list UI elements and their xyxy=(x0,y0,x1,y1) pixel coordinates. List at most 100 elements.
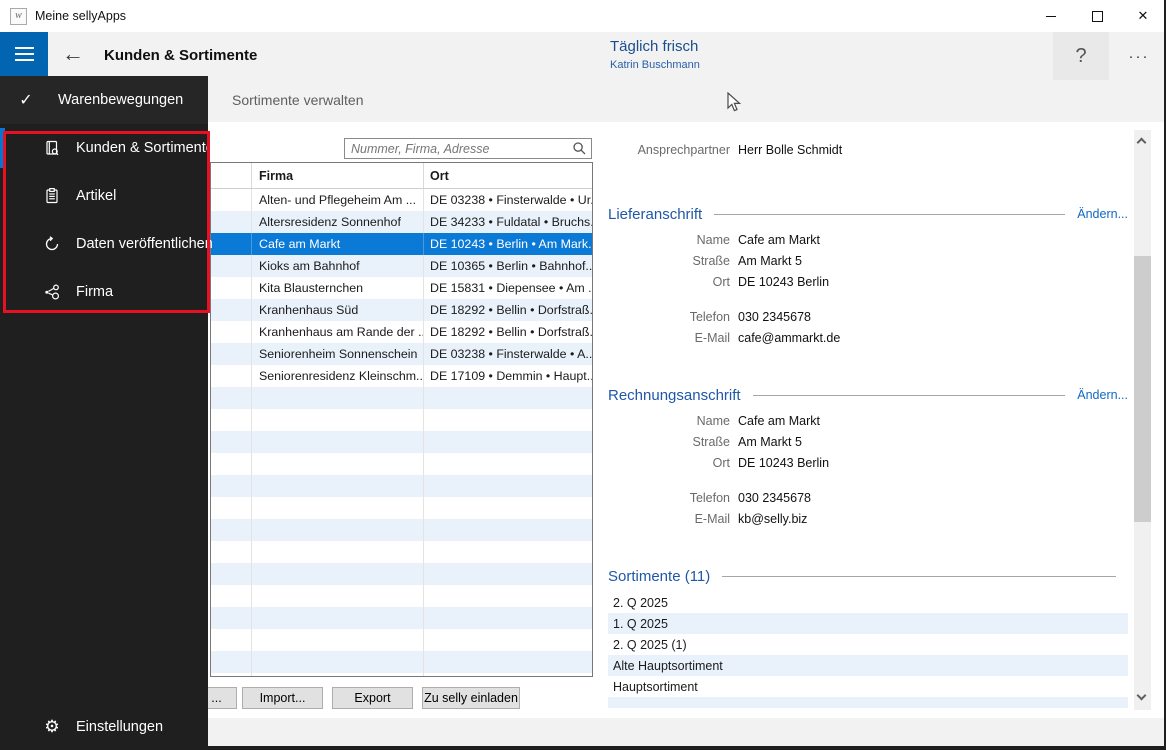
section-rechnungsanschrift: Rechnungsanschrift Ändern... Name Cafe am M… xyxy=(608,384,1128,529)
cell-ort: DE 34233 • Fuldatal • Bruchs... xyxy=(430,215,592,229)
table-row-empty[interactable] xyxy=(211,673,592,676)
sidebar-item-einstellungen[interactable]: ⚙ Einstellungen xyxy=(0,703,208,750)
close-icon: ✕ xyxy=(1137,8,1149,23)
share-icon xyxy=(42,282,62,302)
sortiment-item[interactable]: 2. Q 2025 xyxy=(608,592,1128,613)
column-firma[interactable]: Firma xyxy=(252,163,424,188)
cell-firma xyxy=(252,453,424,475)
field-row: E-Mail kb@selly.biz xyxy=(608,508,1128,529)
cell-spacer xyxy=(211,321,252,343)
table-row[interactable]: Kranhenhaus am Rande der ... DE 18292 • B… xyxy=(211,321,592,343)
vertical-scrollbar[interactable] xyxy=(1134,130,1151,710)
back-button[interactable]: ← xyxy=(56,40,90,70)
cell-ort: DE 03238 • Finsterwalde • Ur... xyxy=(430,193,592,207)
table-row-empty[interactable] xyxy=(211,651,592,673)
table-row-empty[interactable] xyxy=(211,563,592,585)
table-row[interactable]: Kranhenhaus Süd DE 18292 • Bellin • Dorfs… xyxy=(211,299,592,321)
scrollbar-thumb[interactable] xyxy=(1134,256,1151,522)
cell-ort xyxy=(424,387,592,409)
more-button[interactable]: ··· xyxy=(1115,32,1163,80)
table-row-empty[interactable] xyxy=(211,629,592,651)
field-value: Am Markt 5 xyxy=(738,434,802,449)
table-row-empty[interactable] xyxy=(211,387,592,409)
cell-spacer xyxy=(211,409,252,431)
field-label: Ansprechpartner xyxy=(637,142,730,157)
section-title: Lieferanschrift xyxy=(608,205,703,223)
cell-ort xyxy=(424,585,592,607)
field-label: E-Mail xyxy=(694,511,730,526)
export-button[interactable]: Export xyxy=(332,687,413,709)
table-row-empty[interactable] xyxy=(211,607,592,629)
cell-firma xyxy=(252,475,424,497)
scroll-up-icon[interactable] xyxy=(1136,137,1147,148)
navigation-sidebar: ✓ Warenbewegungen Kunden & Sortimente Art… xyxy=(0,76,214,750)
sidebar-item-firma[interactable]: Firma xyxy=(0,268,208,316)
cell-ort xyxy=(424,563,592,585)
search-input[interactable] xyxy=(344,138,592,159)
table-row-empty[interactable] xyxy=(211,431,592,453)
sidebar-item-warenbewegungen[interactable]: ✓ Warenbewegungen xyxy=(0,76,208,124)
help-icon: ? xyxy=(1075,44,1087,67)
table-row[interactable]: Seniorenresidenz Kleinschm... DE 17109 • … xyxy=(211,365,592,387)
table-row-empty[interactable] xyxy=(211,453,592,475)
user-name: Katrin Buschmann xyxy=(610,59,700,71)
minimize-button[interactable] xyxy=(1028,0,1074,32)
account-block[interactable]: Täglich frisch Katrin Buschmann xyxy=(610,38,700,71)
sortiment-item[interactable]: Alte Hauptsortiment xyxy=(608,655,1128,676)
column-ort[interactable]: Ort xyxy=(424,163,592,188)
import-button[interactable]: Import... xyxy=(242,687,323,709)
cell-spacer xyxy=(211,519,252,541)
table-row[interactable]: Kioks am Bahnhof DE 10365 • Berlin • Bahn… xyxy=(211,255,592,277)
check-icon: ✓ xyxy=(19,92,33,109)
change-link[interactable]: Ändern... xyxy=(1077,207,1128,221)
cell-firma: Kranhenhaus am Rande der ... xyxy=(252,321,424,343)
sortiment-item[interactable]: Hauptsortiment xyxy=(608,676,1128,697)
field-row: Telefon 030 2345678 xyxy=(608,487,1128,508)
table-row-empty[interactable] xyxy=(211,497,592,519)
column-spacer xyxy=(211,163,252,188)
table-row[interactable]: Kita Blausternchen DE 15831 • Diepensee •… xyxy=(211,277,592,299)
cell-spacer xyxy=(211,651,252,673)
cell-ort: DE 10365 • Berlin • Bahnhof... xyxy=(430,259,592,273)
sidebar-item-label: Artikel xyxy=(76,188,117,204)
sortiment-item[interactable]: 1. Q 2025 xyxy=(608,613,1128,634)
clipboard-icon xyxy=(42,186,62,206)
sidebar-item-label: Firma xyxy=(76,284,114,300)
table-row[interactable]: Altersresidenz Sonnenhof DE 34233 • Fulda… xyxy=(211,211,592,233)
table-row[interactable]: Cafe am Markt DE 10243 • Berlin • Am Mark… xyxy=(211,233,592,255)
cell-ort: DE 10243 • Berlin • Am Mark... xyxy=(430,237,592,251)
search-icon xyxy=(573,142,586,155)
sidebar-item-daten-ver-ffentlichen[interactable]: Daten veröffentlichen xyxy=(0,220,213,268)
hamburger-menu-button[interactable] xyxy=(0,32,48,76)
table-row-empty[interactable] xyxy=(211,519,592,541)
maximize-button[interactable] xyxy=(1074,0,1120,32)
cell-ort xyxy=(424,607,592,629)
sidebar-item-artikel[interactable]: Artikel xyxy=(0,172,208,220)
cell-spacer xyxy=(211,255,252,277)
minimize-icon xyxy=(1046,15,1056,17)
table-row-empty[interactable] xyxy=(211,409,592,431)
cell-spacer xyxy=(211,233,252,255)
change-link[interactable]: Ändern... xyxy=(1077,388,1128,402)
sortiment-item[interactable] xyxy=(608,697,1128,708)
table-row-empty[interactable] xyxy=(211,541,592,563)
field-label: Ort xyxy=(712,455,730,470)
invite-to-selly-button[interactable]: Zu selly einladen xyxy=(422,687,520,709)
section-title: Sortimente (11) xyxy=(608,567,711,585)
cell-ort: DE 03238 • Finsterwalde • A... xyxy=(430,347,592,361)
tab-sortimente-verwalten[interactable]: Sortimente verwalten xyxy=(232,80,364,122)
sidebar-item-label: Daten veröffentlichen xyxy=(76,236,213,252)
table-row[interactable]: Alten- und Pflegeheim Am ... DE 03238 • F… xyxy=(211,189,592,211)
cell-ort: DE 15831 • Diepensee • Am ... xyxy=(430,281,592,295)
scroll-down-icon[interactable] xyxy=(1136,690,1147,701)
close-button[interactable]: ✕ xyxy=(1120,0,1166,32)
sortiment-item[interactable]: 2. Q 2025 (1) xyxy=(608,634,1128,655)
help-button[interactable]: ? xyxy=(1053,32,1109,80)
table-row-empty[interactable] xyxy=(211,475,592,497)
cell-spacer xyxy=(211,453,252,475)
cell-firma xyxy=(252,629,424,651)
gear-icon: ⚙ xyxy=(44,716,60,736)
table-row-empty[interactable] xyxy=(211,585,592,607)
sidebar-item-kunden-sortimente[interactable]: Kunden & Sortimente xyxy=(0,124,214,172)
table-row[interactable]: Seniorenheim Sonnenschein DE 03238 • Fins… xyxy=(211,343,592,365)
